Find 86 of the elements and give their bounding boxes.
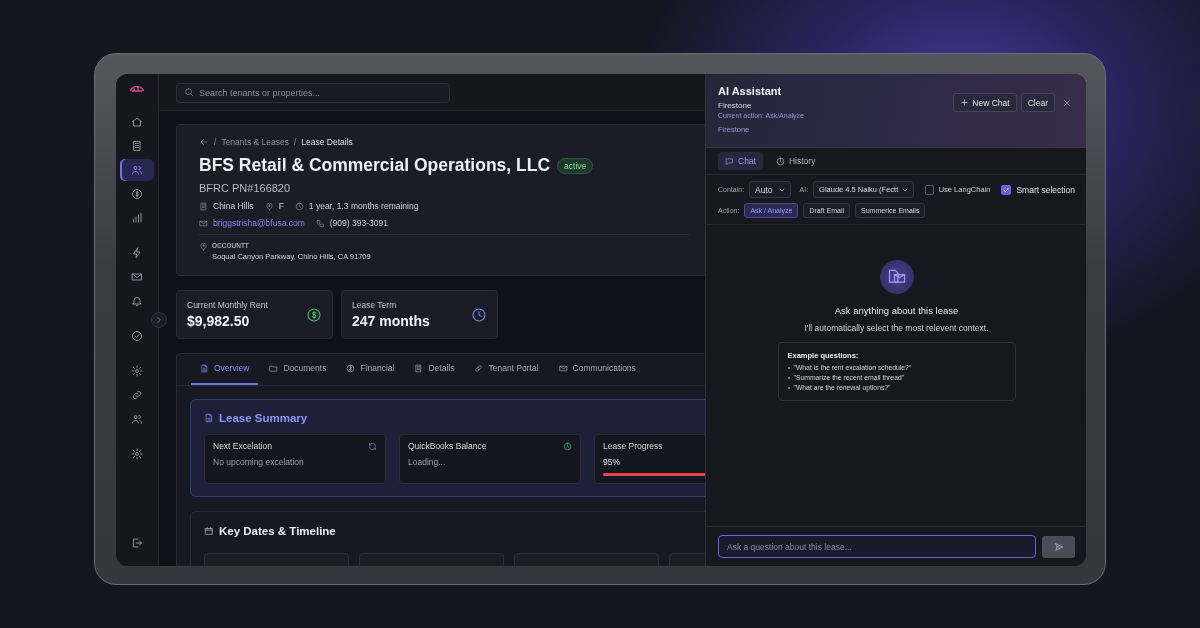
building-icon — [414, 363, 424, 373]
building-icon — [131, 140, 143, 152]
mail-icon — [131, 271, 143, 283]
tab[interactable]: Chat — [718, 152, 763, 170]
bell-icon — [131, 295, 143, 307]
card-value: No upcoming excelation — [213, 457, 305, 467]
question-input[interactable]: Ask a question about this lease... — [718, 535, 1036, 558]
back-arrow-icon[interactable] — [199, 137, 209, 147]
folder-icon — [269, 363, 279, 373]
tab[interactable]: Documents — [260, 354, 336, 385]
stat-value: $9,982.50 — [187, 313, 251, 329]
logout-icon — [131, 537, 143, 549]
bar-chart-icon — [131, 212, 143, 224]
logo-icon — [129, 84, 145, 94]
home-icon — [131, 116, 143, 128]
mail-icon — [558, 363, 568, 373]
chevron-right-icon — [154, 315, 164, 325]
lease-number: BFRC PN#166820 — [199, 182, 292, 194]
clock-icon — [471, 306, 487, 323]
card-label: Lease Progress — [603, 441, 663, 451]
lightning-icon — [131, 247, 143, 259]
dollar-icon — [131, 188, 143, 200]
remaining-text: 1 year, 1.3 months remaining — [308, 201, 419, 211]
location-pin-icon — [199, 242, 208, 251]
unit-text: F — [278, 201, 284, 211]
section-title: Key Dates & Timeline — [219, 525, 336, 537]
sidebar-item[interactable] — [120, 159, 154, 181]
checkbox-label: Smart selection — [1016, 184, 1075, 195]
building-icon — [199, 201, 208, 211]
breadcrumb-link[interactable]: Tenants & Leases — [221, 137, 289, 147]
calendar-icon — [204, 526, 214, 536]
card-value: 95% — [603, 457, 621, 467]
settings-icon — [131, 365, 143, 377]
people-icon — [131, 413, 143, 425]
link-icon — [474, 363, 484, 373]
document-icon — [200, 363, 209, 373]
search-icon — [184, 87, 194, 97]
property-name: Firestone — [718, 101, 753, 110]
dollar-icon — [346, 363, 356, 373]
tab[interactable]: Financial — [337, 354, 404, 385]
context-dropdown[interactable]: Auto — [749, 181, 791, 198]
lease-title: BFS Retail & Commercial Operations, LLC — [199, 155, 551, 176]
checkbox[interactable] — [1001, 184, 1012, 195]
settings-icon — [131, 448, 143, 460]
tab[interactable]: Communications — [549, 354, 645, 385]
panel-title: AI Assistant — [718, 85, 783, 97]
new-chat-button[interactable]: New Chat — [953, 93, 1017, 112]
section-title: Lease Summary — [219, 412, 308, 424]
status-badge: active — [557, 157, 594, 174]
clock-icon — [563, 441, 572, 451]
stat-label: Current Monthly Rent — [187, 300, 268, 310]
city-text: China Hills — [213, 201, 254, 211]
checkbox[interactable] — [925, 184, 934, 195]
refresh-icon — [368, 441, 377, 451]
plus-icon — [960, 98, 970, 107]
tab[interactable]: History — [768, 152, 823, 170]
card-label: QuickBooks Balance — [408, 441, 487, 451]
phone-text: (909) 393-3091 — [329, 218, 388, 228]
tab[interactable]: Tenant Portal — [465, 354, 548, 385]
empty-state-text: I'll automatically select the most relevent context. — [804, 323, 989, 333]
location-pin-icon — [264, 201, 274, 211]
empty-state-title: Ask anything about this lease — [834, 305, 959, 316]
clock-icon — [775, 156, 785, 166]
chat-icon — [725, 156, 734, 166]
mail-icon — [199, 218, 208, 228]
stat-value: 247 months — [352, 313, 430, 329]
send-button[interactable] — [1042, 535, 1075, 558]
card-value: Loading... — [408, 457, 447, 467]
clear-button[interactable]: Clear — [1020, 93, 1055, 112]
breadcrumb-separator: / — [214, 137, 217, 147]
tab[interactable]: Overview — [191, 354, 259, 385]
stat-label: Lease Term — [352, 300, 398, 310]
card-label: Next Excelation — [213, 441, 273, 451]
breadcrumb-separator: / — [293, 137, 297, 147]
dollar-icon — [306, 306, 322, 323]
email-link[interactable]: briggstrisha@bfusa.com — [213, 218, 305, 228]
people-icon — [131, 164, 143, 176]
search-field[interactable]: Search tenants or properties... — [176, 83, 450, 103]
phone-icon — [315, 218, 325, 228]
tab[interactable]: Details — [405, 354, 464, 385]
link-icon — [131, 389, 143, 401]
send-icon — [1053, 541, 1064, 552]
expand-button[interactable] — [151, 312, 167, 328]
close-icon — [1062, 97, 1072, 108]
clock-icon — [294, 201, 304, 211]
document-icon — [204, 413, 214, 423]
